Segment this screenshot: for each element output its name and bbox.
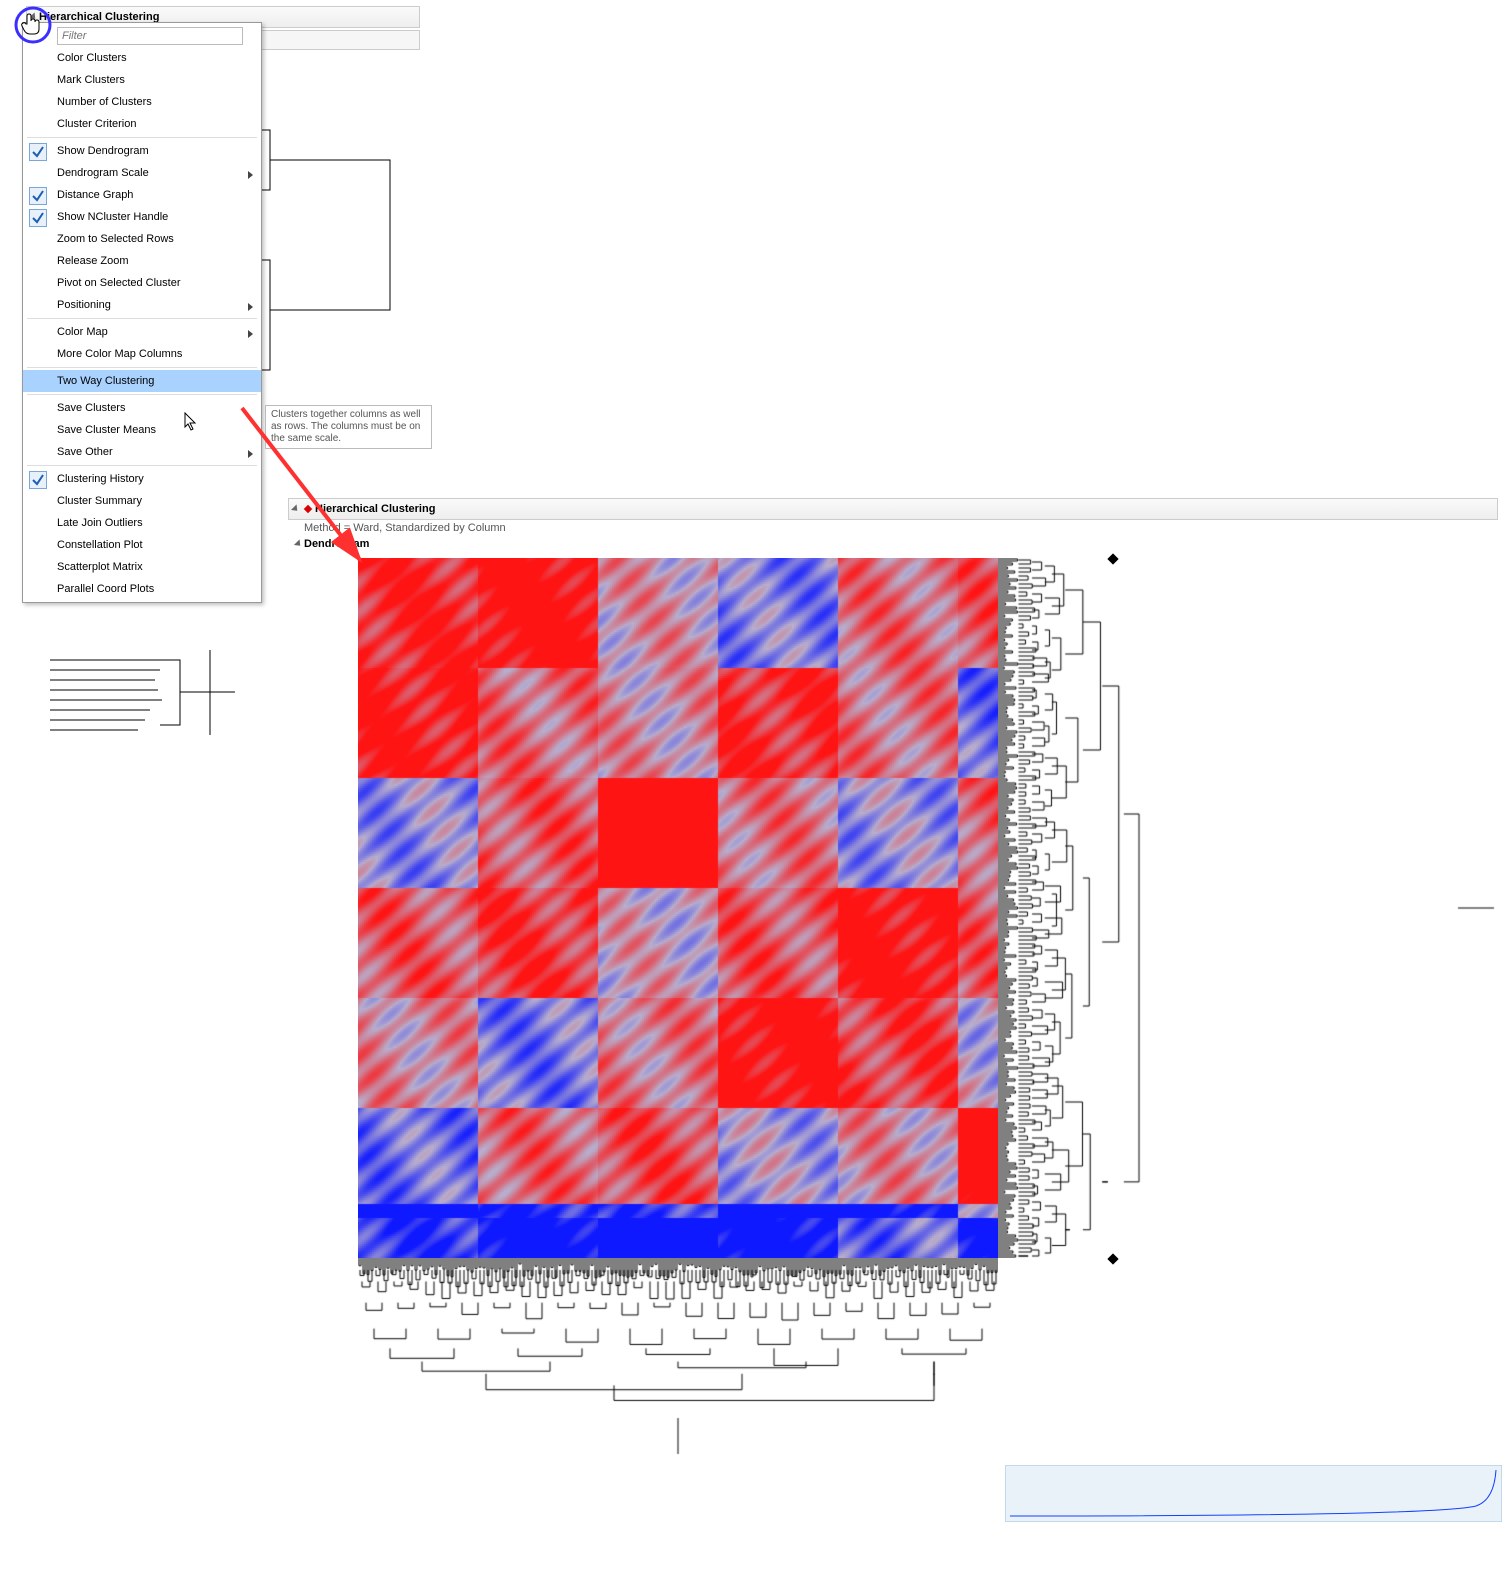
annotation-arrow: [238, 400, 388, 580]
menu-item-label: More Color Map Columns: [57, 348, 182, 360]
menu-separator: [27, 394, 257, 395]
menu-item-label: Save Clusters: [57, 402, 125, 414]
menu-item-show-ncluster-handle[interactable]: Show NCluster Handle: [23, 206, 261, 228]
menu-item-label: Parallel Coord Plots: [57, 583, 154, 595]
menu-item-cluster-summary[interactable]: Cluster Summary: [23, 490, 261, 512]
menu-item-label: Scatterplot Matrix: [57, 561, 143, 573]
menu-item-label: Save Other: [57, 446, 113, 458]
menu-item-save-clusters[interactable]: Save Clusters: [23, 397, 261, 419]
checkmark-icon: [29, 143, 47, 161]
distance-graph-curve: [1006, 1466, 1501, 1521]
menu-item-label: Number of Clusters: [57, 96, 152, 108]
column-dendrogram[interactable]: [358, 1258, 998, 1458]
menu-item-label: Color Clusters: [57, 52, 127, 64]
menu-item-number-of-clusters[interactable]: Number of Clusters: [23, 91, 261, 113]
row-dendrogram[interactable]: [998, 558, 1498, 1258]
second-report: Hierarchical Clustering Method = Ward, S…: [288, 498, 1498, 1258]
menu-item-save-other[interactable]: Save Other: [23, 441, 261, 463]
menu-item-dendrogram-scale[interactable]: Dendrogram Scale: [23, 162, 261, 184]
menu-item-label: Clustering History: [57, 473, 144, 485]
submenu-arrow-icon: [248, 330, 253, 338]
menu-item-label: Two Way Clustering: [57, 375, 154, 387]
menu-item-label: Pivot on Selected Cluster: [57, 277, 181, 289]
menu-separator: [27, 137, 257, 138]
menu-item-more-color-map-columns[interactable]: More Color Map Columns: [23, 343, 261, 365]
hand-cursor-icon: [20, 12, 42, 38]
menu-item-label: Late Join Outliers: [57, 517, 143, 529]
menu-item-release-zoom[interactable]: Release Zoom: [23, 250, 261, 272]
checkmark-icon: [29, 209, 47, 227]
menu-item-label: Cluster Criterion: [57, 118, 136, 130]
menu-item-show-dendrogram[interactable]: Show Dendrogram: [23, 140, 261, 162]
menu-item-label: Save Cluster Means: [57, 424, 156, 436]
menu-item-color-clusters[interactable]: Color Clusters: [23, 47, 261, 69]
menu-separator: [27, 318, 257, 319]
distance-graph-panel[interactable]: [1005, 1465, 1502, 1522]
menu-item-save-cluster-means[interactable]: Save Cluster Means: [23, 419, 261, 441]
menu-item-label: Constellation Plot: [57, 539, 143, 551]
menu-separator: [27, 465, 257, 466]
menu-item-distance-graph[interactable]: Distance Graph: [23, 184, 261, 206]
dendrogram-section-header[interactable]: Dendrogram: [288, 536, 1498, 552]
menu-item-late-join-outliers[interactable]: Late Join Outliers: [23, 512, 261, 534]
menu-item-cluster-criterion[interactable]: Cluster Criterion: [23, 113, 261, 135]
checkmark-icon: [29, 187, 47, 205]
menu-filter-input[interactable]: [57, 27, 243, 45]
checkmark-icon: [29, 471, 47, 489]
context-menu: Color Clusters Mark Clusters Number of Clu…: [22, 22, 262, 603]
menu-item-positioning[interactable]: Positioning: [23, 294, 261, 316]
second-report-header[interactable]: Hierarchical Clustering: [288, 498, 1498, 520]
menu-item-label: Cluster Summary: [57, 495, 142, 507]
menu-item-label: Zoom to Selected Rows: [57, 233, 174, 245]
menu-item-pivot-on-selected-cluster[interactable]: Pivot on Selected Cluster: [23, 272, 261, 294]
menu-separator: [27, 367, 257, 368]
menu-item-label: Mark Clusters: [57, 74, 125, 86]
menu-item-label: Dendrogram Scale: [57, 167, 149, 179]
menu-item-label: Show Dendrogram: [57, 145, 149, 157]
second-report-subtitle: Method = Ward, Standardized by Column: [288, 520, 1498, 536]
menu-item-label: Release Zoom: [57, 255, 129, 267]
menu-item-two-way-clustering[interactable]: Two Way Clustering: [23, 370, 261, 392]
menu-item-label: Positioning: [57, 299, 111, 311]
menu-item-parallel-coord-plots[interactable]: Parallel Coord Plots: [23, 578, 261, 600]
menu-item-clustering-history[interactable]: Clustering History: [23, 468, 261, 490]
heatmap-canvas[interactable]: [358, 558, 998, 1258]
menu-item-constellation-plot[interactable]: Constellation Plot: [23, 534, 261, 556]
menu-item-label: Show NCluster Handle: [57, 211, 168, 223]
menu-item-scatterplot-matrix[interactable]: Scatterplot Matrix: [23, 556, 261, 578]
menu-item-mark-clusters[interactable]: Mark Clusters: [23, 69, 261, 91]
menu-item-label: Color Map: [57, 326, 108, 338]
menu-item-color-map[interactable]: Color Map: [23, 321, 261, 343]
menu-item-label: Distance Graph: [57, 189, 133, 201]
submenu-arrow-icon: [248, 303, 253, 311]
submenu-arrow-icon: [248, 171, 253, 179]
two-way-clustering-plot[interactable]: [358, 558, 1498, 1258]
menu-item-zoom-to-selected-rows[interactable]: Zoom to Selected Rows: [23, 228, 261, 250]
menu-filter-row: [57, 27, 253, 45]
arrow-cursor-icon: [184, 412, 200, 432]
